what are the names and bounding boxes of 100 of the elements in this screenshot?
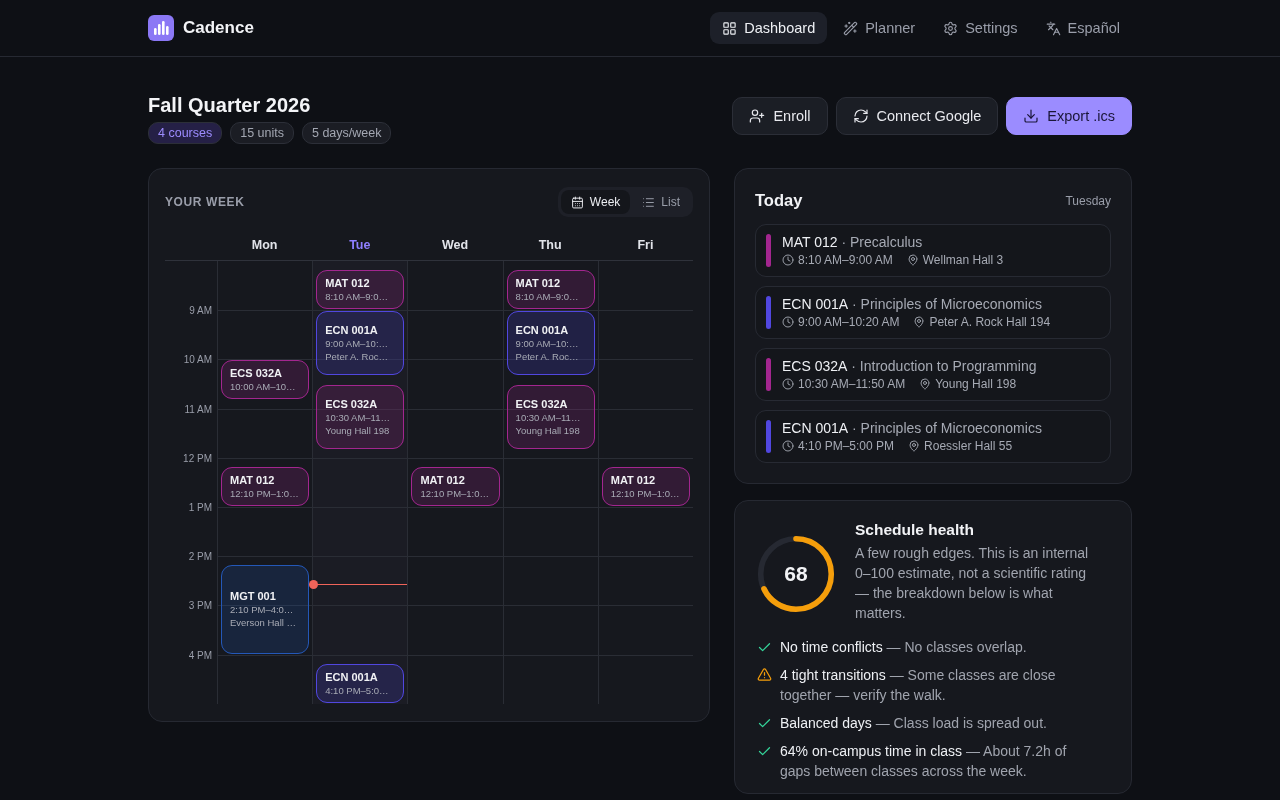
class-time: 4:10 PM–5:00 PM [782,439,895,453]
health-check: No time conflicts — No classes overlap. [780,638,1027,657]
user-plus-icon [749,108,766,124]
class-event[interactable]: MAT 012 8:10 AM–9:0… [316,270,405,310]
class-location: Peter A. Rock Hall 194 [913,315,1051,329]
hour-label: 10 AM [183,353,212,365]
download-icon [1023,108,1040,124]
card-title: Today [755,191,803,210]
section-title: YOUR WEEK [165,195,245,209]
settings-icon [943,20,959,36]
today-class[interactable]: ECN 001A · Principles of Microeconomics 4:10 PM–5:00 PM Roessler Hall 55 [755,410,1111,463]
class-location: Roessler Hall 55 [908,439,1013,453]
class-location: Wellman Hall 3 [906,253,1004,267]
course-code: ECN 001A [515,324,570,336]
class-event[interactable]: MAT 012 12:10 PM–1:0… [221,467,310,506]
class-time: 9:00 AM–10:… [515,338,580,349]
action-button[interactable]: Export .ics [1006,97,1132,135]
class-time: 4:10 PM–5:0… [325,684,390,696]
view-tab[interactable]: Week [560,190,631,214]
list-icon [642,195,656,209]
course-code: ECS 032A [230,367,283,380]
health-check: Balanced days — Class load is spread out. [780,714,1047,733]
action-button[interactable]: Connect Google [835,97,999,135]
course-code: MGT 001 [230,590,277,603]
course-code: MAT 012 [325,277,371,290]
today-class[interactable]: ECN 001A · Principles of Microeconomics 9:00 AM–10:20 AM Peter A. Rock Hall 194 [755,286,1111,339]
map-pin-icon [919,378,932,390]
class-time: 8:10 AM–9:0… [515,291,580,303]
health-check: 64% on-campus time in class — About 7.2h of gaps between classes across the week. [780,742,1068,781]
class-event[interactable]: MAT 012 8:10 AM–9:0… [506,270,595,310]
class-location: Young Hall 198 [515,424,581,436]
class-location: Peter A. Roc… [515,351,580,362]
class-event[interactable]: ECN 001A 9:00 AM–10:… Peter A. Roc… [506,311,595,375]
action-button[interactable]: Enroll [732,97,828,135]
clock-icon [782,378,794,390]
class-location: Young Hall 198 [919,377,1017,391]
class-event[interactable]: MAT 012 12:10 PM–1:0… [601,467,690,506]
course-code: MAT 012 [420,474,466,486]
grid-icon [722,20,738,36]
day-heading: Mon [250,237,279,252]
class-event[interactable]: MAT 012 12:10 PM–1:0… [411,467,500,506]
view-tab[interactable]: List [632,190,690,214]
course-title: ECS 032A · Introduction to Programming [782,358,1037,374]
term-badge: 5 days/week [302,122,392,144]
health-check: 4 tight transitions — Some classes are close together — verify the walk. [780,666,1057,705]
hour-label: 1 PM [188,501,212,513]
nav-link[interactable]: Settings [931,12,1030,44]
health-score: 68 [784,562,808,586]
today-class[interactable]: ECS 032A · Introduction to Programming 10:30 AM–11:50 AM Young Hall 198 [755,348,1111,401]
class-event[interactable]: MGT 001 2:10 PM–4:0… Everson Hall … [221,565,310,654]
map-pin-icon [906,254,919,266]
course-code: ECN 001A [325,324,379,336]
hour-label: 4 PM [188,649,212,661]
term-badge: 4 courses [148,122,223,144]
nav-link[interactable]: Español [1033,12,1132,44]
class-event[interactable]: ECN 001A 4:10 PM–5:0… [316,663,405,703]
calendar-icon [570,195,584,209]
map-pin-icon [908,440,921,452]
day-heading: Fri [636,237,655,252]
today-class[interactable]: MAT 012 · Precalculus 8:10 AM–9:00 AM Wellman Hall 3 [755,224,1111,277]
course-code: ECS 032A [325,397,379,410]
day-heading: Thu [537,237,563,252]
clock-icon [782,316,794,328]
class-location: Young Hall 198 [325,424,391,436]
class-time: 10:30 AM–11… [515,411,582,423]
course-code: MAT 012 [610,474,657,486]
class-time: 12:10 PM–1:0… [610,488,681,499]
hour-label: 12 PM [183,452,212,464]
class-time: 2:10 PM–4:0… [230,604,295,616]
class-time: 8:10 AM–9:0… [325,291,390,303]
course-title: MAT 012 · Precalculus [782,234,924,250]
clock-icon [782,254,794,266]
class-event[interactable]: ECS 032A 10:30 AM–11… Young Hall 198 [506,385,595,449]
class-time: 10:30 AM–11:50 AM [782,377,906,391]
class-event[interactable]: ECN 001A 9:00 AM–10:… Peter A. Roc… [316,311,405,375]
day-heading: Tue [348,237,372,252]
nav-link[interactable]: Planner [831,12,928,44]
class-time: 9:00 AM–10:20 AM [782,315,900,329]
hour-label: 11 AM [184,403,212,415]
class-location: Everson Hall … [230,617,297,629]
hour-label: 2 PM [188,550,212,562]
refresh-icon [852,108,869,124]
class-time: 8:10 AM–9:00 AM [782,253,893,267]
course-code: ECS 032A [515,397,569,410]
nav-link[interactable]: Dashboard [710,12,828,44]
day-heading: Wed [440,237,470,252]
class-event[interactable]: ECS 032A 10:00 AM–10… [221,360,310,400]
course-code: MAT 012 [515,277,561,290]
app-name: Cadence [183,18,254,38]
class-event[interactable]: ECS 032A 10:30 AM–11… Young Hall 198 [316,385,405,449]
term-badge: 15 units [230,122,294,144]
class-time: 12:10 PM–1:0… [420,488,491,499]
hour-label: 9 AM [189,304,212,316]
magic-wand-icon [843,20,859,36]
logo-icon [148,15,174,41]
class-location: Peter A. Roc… [325,351,390,362]
card-title: Schedule health [855,521,975,539]
course-code: ECN 001A [325,670,379,683]
weekday-label: Tuesday [1065,193,1111,208]
course-title: ECN 001A · Principles of Microeconomics [782,296,1043,312]
